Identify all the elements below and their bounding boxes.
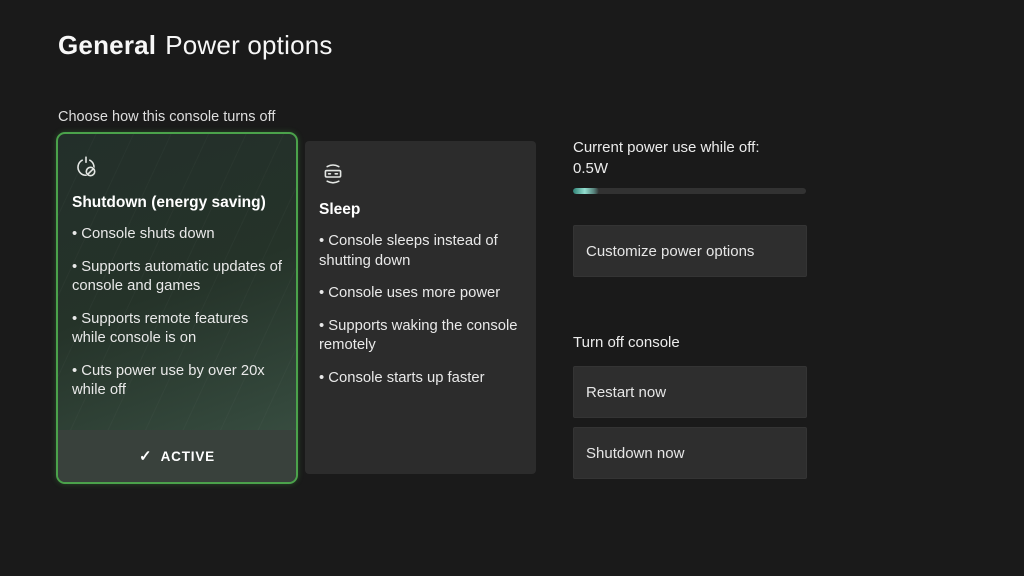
shutdown-card-title: Shutdown (energy saving) [72, 194, 282, 212]
bullet-item: Supports automatic updates of console an… [72, 258, 282, 297]
check-icon: ✓ [139, 447, 152, 465]
choose-turnoff-label: Choose how this console turns off [58, 109, 275, 125]
restart-now-button[interactable]: Restart now [573, 366, 807, 418]
bullet-item: Console uses more power [319, 284, 522, 304]
page-title-sub: Power options [165, 30, 332, 60]
sleep-bullet-list: Console sleeps instead of shutting down … [319, 232, 522, 388]
power-options-screen: General Power options Choose how this con… [0, 0, 1024, 576]
active-status-label: ACTIVE [161, 449, 215, 464]
power-use-meter [573, 188, 806, 194]
active-status-bar: ✓ ACTIVE [58, 430, 296, 482]
shutdown-now-button[interactable]: Shutdown now [573, 427, 807, 479]
shutdown-bullet-list: Console shuts down Supports automatic up… [72, 225, 282, 401]
bullet-item: Cuts power use by over 20x while off [72, 362, 282, 401]
customize-power-options-button[interactable]: Customize power options [573, 225, 807, 277]
bullet-item: Console shuts down [72, 225, 282, 245]
power-use-label: Current power use while off: [573, 139, 759, 156]
power-leaf-icon [73, 154, 99, 180]
bullet-item: Console sleeps instead of shutting down [319, 232, 522, 271]
power-use-meter-fill [573, 188, 599, 194]
bullet-item: Console starts up faster [319, 369, 522, 389]
option-sleep-card[interactable]: Sleep Console sleeps instead of shutting… [305, 141, 536, 474]
page-title: General Power options [58, 30, 333, 61]
option-shutdown-card[interactable]: Shutdown (energy saving) Console shuts d… [56, 132, 298, 484]
bullet-item: Supports remote features while console i… [72, 310, 282, 349]
sleep-card-title: Sleep [319, 201, 522, 219]
bullet-item: Supports waking the console remotely [319, 317, 522, 356]
power-use-value: 0.5W [573, 160, 608, 177]
turn-off-console-label: Turn off console [573, 334, 680, 351]
page-title-section: General [58, 30, 156, 60]
console-sleep-icon [320, 161, 346, 187]
